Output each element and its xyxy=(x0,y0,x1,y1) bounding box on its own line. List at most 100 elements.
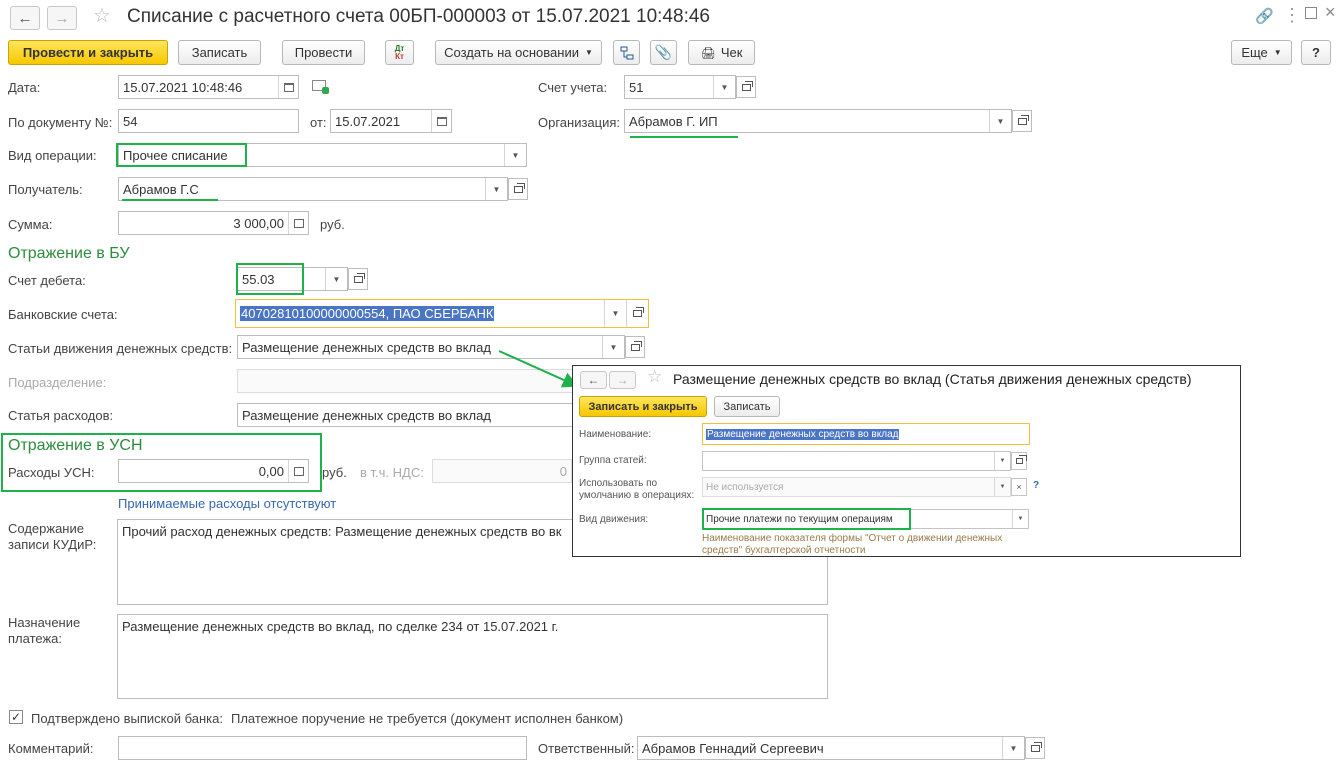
more-button[interactable]: Еще ▼ xyxy=(1231,40,1292,65)
chevron-down-icon[interactable]: ▼ xyxy=(994,478,1010,496)
expense-label: Статья расходов: xyxy=(8,408,114,423)
chevron-down-icon[interactable]: ▼ xyxy=(604,300,626,327)
recipient-open-button[interactable] xyxy=(508,178,528,200)
from-date-field[interactable]: 15.07.2021 xyxy=(330,109,452,133)
calculator-icon[interactable] xyxy=(288,460,308,482)
create-based-on-label: Создать на основании xyxy=(444,45,579,60)
bu-section-title: Отражение в БУ xyxy=(8,245,130,262)
date-value: 15.07.2021 10:48:46 xyxy=(123,79,243,95)
link-icon[interactable]: 🔗 xyxy=(1255,7,1274,25)
kudir-label-line2: записи КУДиР: xyxy=(8,537,97,552)
popup-default-clear-button[interactable]: × xyxy=(1011,478,1027,496)
open-icon xyxy=(353,272,365,283)
chevron-down-icon[interactable]: ▼ xyxy=(1002,737,1024,759)
debit-open-button[interactable] xyxy=(348,268,368,290)
vat-field[interactable]: 0 xyxy=(432,459,572,483)
chevron-down-icon: ▼ xyxy=(584,48,593,57)
responsible-label: Ответственный: xyxy=(538,741,635,756)
vat-label: в т.ч. НДС: xyxy=(360,465,424,480)
open-icon xyxy=(741,80,753,91)
purpose-label-line2: платежа: xyxy=(8,631,62,646)
paperclip-icon: 📎 xyxy=(654,44,673,60)
purpose-textarea[interactable]: Размещение денежных средств во вклад, по… xyxy=(117,614,828,699)
arrow-right-icon: → xyxy=(54,9,70,27)
recipient-underline-highlight xyxy=(122,199,218,201)
account-open-button[interactable] xyxy=(736,76,756,98)
kudir-label-line1: Содержание xyxy=(8,521,84,536)
maximize-icon[interactable] xyxy=(1305,7,1317,19)
popup-save-button[interactable]: Записать xyxy=(714,396,780,417)
purpose-label-line1: Назначение xyxy=(8,615,81,630)
org-field[interactable]: Абрамов Г. ИП ▼ xyxy=(624,109,1012,133)
comment-field[interactable] xyxy=(118,736,527,760)
sum-label: Сумма: xyxy=(8,217,53,232)
attach-button[interactable]: 📎 xyxy=(650,40,677,65)
arrow-left-icon: ← xyxy=(587,373,600,387)
debit-label: Счет дебета: xyxy=(8,273,86,288)
vat-value: 0 xyxy=(559,463,567,479)
chevron-down-icon[interactable]: ▼ xyxy=(602,336,624,358)
popup-name-field[interactable]: Размещение денежных средств во вклад xyxy=(702,423,1030,445)
popup-name-label: Наименование: xyxy=(579,429,652,440)
bank-open-button[interactable] xyxy=(626,300,648,327)
bank-value-text: 40702810100000000554, ПАО СБЕРБАНК xyxy=(240,306,495,321)
date-field[interactable]: 15.07.2021 10:48:46 xyxy=(118,75,299,99)
save-button[interactable]: Записать xyxy=(178,40,261,65)
numerator-icon[interactable] xyxy=(312,80,329,94)
help-button[interactable]: ? xyxy=(1301,40,1331,65)
forward-button[interactable]: → xyxy=(47,6,77,30)
more-actions-icon[interactable]: ⋮ xyxy=(1283,5,1301,26)
responsible-field[interactable]: Абрамов Геннадий Сергеевич ▼ xyxy=(637,736,1025,760)
popup-group-open-button[interactable] xyxy=(1011,452,1027,470)
favorite-star-icon[interactable]: ☆ xyxy=(93,3,111,28)
open-icon xyxy=(1030,741,1042,752)
dt-kt-button[interactable]: Дт Кт xyxy=(385,40,414,65)
chevron-down-icon[interactable]: ▼ xyxy=(504,144,526,166)
popup-default-help[interactable]: ? xyxy=(1033,480,1039,491)
expense-field[interactable]: Размещение денежных средств во вклад xyxy=(237,403,577,427)
responsible-open-button[interactable] xyxy=(1025,737,1045,759)
doc-no-value: 54 xyxy=(123,113,138,129)
post-and-close-button[interactable]: Провести и закрыть xyxy=(8,40,168,65)
from-label: от: xyxy=(310,115,327,130)
sum-currency: руб. xyxy=(320,217,345,232)
popup-default-field[interactable]: Не используется ▼ xyxy=(702,477,1011,497)
calculator-icon[interactable] xyxy=(288,212,308,234)
chevron-down-icon[interactable]: ▼ xyxy=(485,178,507,200)
date-label: Дата: xyxy=(8,80,41,95)
popup-favorite-star-icon[interactable]: ☆ xyxy=(647,367,662,387)
calendar-icon[interactable] xyxy=(431,110,451,132)
popup-back-button[interactable]: ← xyxy=(580,371,607,389)
create-based-on-button[interactable]: Создать на основании ▼ xyxy=(435,40,602,65)
structure-button[interactable] xyxy=(613,40,640,65)
chevron-down-icon[interactable]: ▼ xyxy=(989,110,1011,132)
org-open-button[interactable] xyxy=(1012,110,1032,132)
confirmed-checkbox[interactable]: ✓ xyxy=(9,710,23,724)
post-button[interactable]: Провести xyxy=(282,40,365,65)
open-icon xyxy=(1017,114,1029,125)
chevron-down-icon[interactable]: ▼ xyxy=(713,76,735,98)
doc-no-field[interactable]: 54 xyxy=(118,109,299,133)
calendar-icon[interactable] xyxy=(278,76,298,98)
popup-group-field[interactable]: ▼ xyxy=(702,451,1011,471)
chevron-down-icon[interactable]: ▼ xyxy=(1012,510,1028,528)
recipient-field[interactable]: Абрамов Г.С ▼ xyxy=(118,177,508,201)
close-icon[interactable]: × xyxy=(1325,2,1336,23)
cashflow-open-button[interactable] xyxy=(625,336,645,358)
receipt-button[interactable]: 🖨 Чек xyxy=(688,40,755,65)
popup-forward-button[interactable]: → xyxy=(609,371,636,389)
comment-label: Комментарий: xyxy=(8,741,94,756)
chevron-down-icon[interactable]: ▼ xyxy=(994,452,1010,470)
cashflow-label: Статьи движения денежных средств: xyxy=(8,341,233,356)
sum-field[interactable]: 3 000,00 xyxy=(118,211,309,235)
popup-save-close-button[interactable]: Записать и закрыть xyxy=(579,396,707,417)
open-icon xyxy=(1015,455,1027,464)
chevron-down-icon[interactable]: ▼ xyxy=(325,268,347,290)
receipt-label: Чек xyxy=(720,45,743,60)
accepted-expenses-link[interactable]: Принимаемые расходы отсутствуют xyxy=(118,496,336,511)
account-field[interactable]: 51 ▼ xyxy=(624,75,736,99)
usn-expenses-field[interactable]: 0,00 xyxy=(118,459,309,483)
bank-field[interactable]: 40702810100000000554, ПАО СБЕРБАНК ▼ xyxy=(235,299,649,328)
back-button[interactable]: ← xyxy=(10,6,40,30)
org-value: Абрамов Г. ИП xyxy=(629,113,718,129)
